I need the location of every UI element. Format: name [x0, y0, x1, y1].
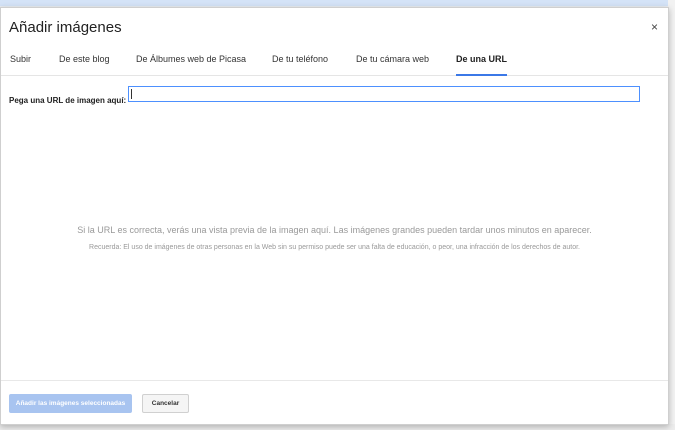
- tab-upload[interactable]: Subir: [10, 54, 31, 76]
- copyright-reminder: Recuerda: El uso de imágenes de otras pe…: [89, 244, 580, 251]
- tab-from-blog[interactable]: De este blog: [59, 54, 110, 76]
- footer-divider: [1, 380, 668, 381]
- text-cursor: [131, 89, 132, 99]
- dialog-title: Añadir imágenes: [9, 19, 122, 36]
- cancel-button[interactable]: Cancelar: [142, 394, 189, 413]
- tab-from-url[interactable]: De una URL: [456, 54, 508, 76]
- url-input[interactable]: [128, 86, 640, 102]
- tab-picasa[interactable]: De Álbumes web de Picasa: [136, 54, 246, 76]
- tab-phone[interactable]: De tu teléfono: [272, 54, 328, 76]
- tab-webcam[interactable]: De tu cámara web: [356, 54, 429, 76]
- url-field-label: Pega una URL de imagen aquí:: [9, 96, 127, 105]
- preview-hint: Si la URL es correcta, verás una vista p…: [77, 225, 592, 235]
- page-background-edge: [668, 0, 675, 430]
- close-icon[interactable]: ×: [651, 21, 658, 33]
- add-selected-images-button[interactable]: Añadir las imágenes seleccionadas: [9, 394, 132, 413]
- tab-bar: Subir De este blog De Álbumes web de Pic…: [1, 52, 668, 76]
- page-background-strip: [0, 0, 675, 6]
- add-images-dialog: Añadir imágenes × Subir De este blog De …: [0, 7, 669, 425]
